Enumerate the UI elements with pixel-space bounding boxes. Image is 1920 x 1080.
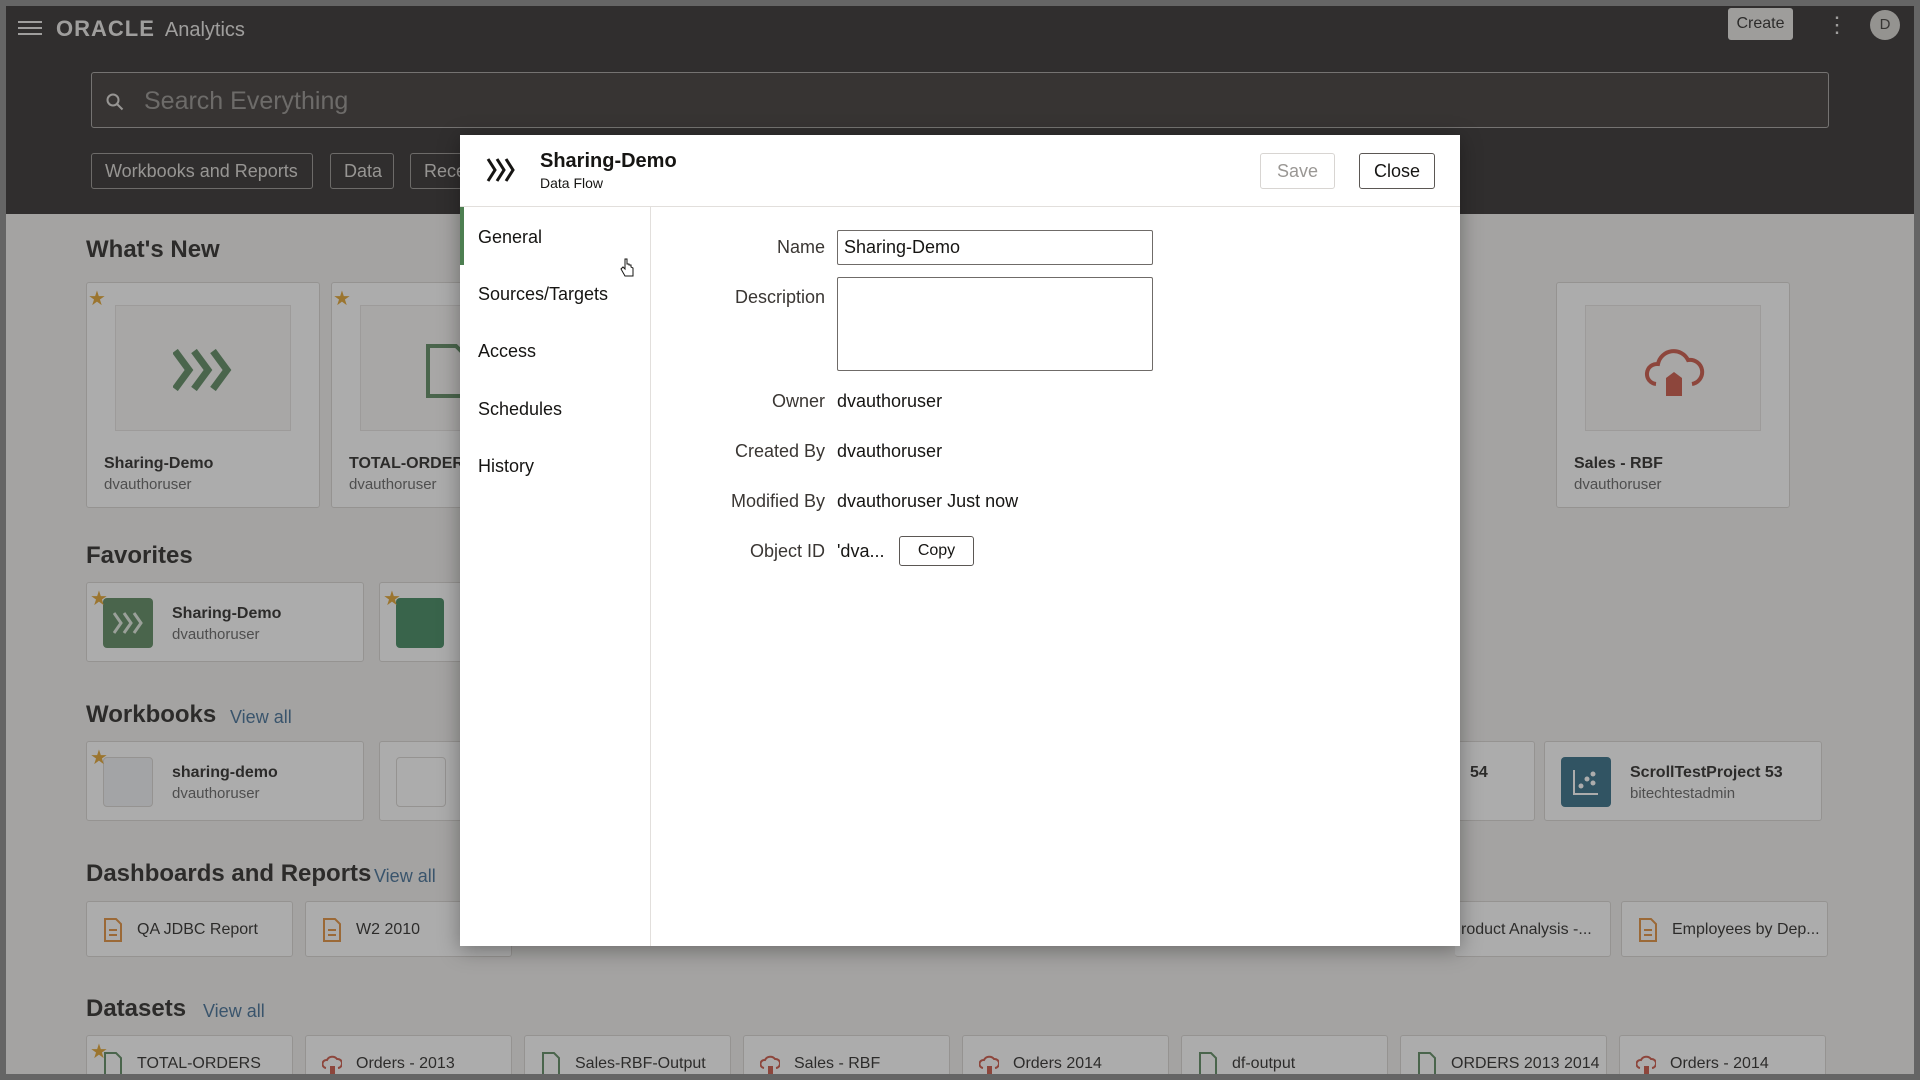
object-id-label: Object ID	[749, 541, 825, 561]
name-label: Name	[776, 237, 825, 257]
save-button[interactable]: Save	[1260, 153, 1335, 189]
object-id-value: 'dva...	[837, 541, 885, 561]
tab-schedules[interactable]: Schedules	[478, 399, 562, 420]
copy-button[interactable]: Copy	[899, 536, 974, 566]
description-label: Description	[734, 287, 825, 307]
dialog-title: Sharing-Demo	[540, 150, 677, 172]
tab-access[interactable]: Access	[478, 341, 536, 362]
tab-history[interactable]: History	[478, 456, 534, 477]
dialog-header: Sharing-Demo Data Flow Save Close	[460, 135, 1460, 207]
properties-dialog: Sharing-Demo Data Flow Save Close Genera…	[460, 135, 1460, 946]
owner-label: Owner	[771, 391, 825, 411]
tab-general[interactable]: General	[478, 227, 542, 248]
active-tab-indicator	[460, 207, 464, 265]
dialog-side-nav: General Sources/Targets Access Schedules…	[460, 207, 651, 946]
dialog-subtitle: Data Flow	[540, 175, 604, 191]
data-flow-icon	[486, 158, 515, 182]
name-field[interactable]	[837, 230, 1153, 265]
owner-value: dvauthoruser	[837, 391, 943, 411]
modified-by-label: Modified By	[730, 491, 825, 511]
created-by-value: dvauthoruser	[837, 441, 943, 461]
mouse-cursor-icon	[620, 258, 634, 277]
description-field[interactable]	[837, 277, 1153, 371]
created-by-label: Created By	[734, 441, 825, 461]
modified-by-value: dvauthoruser Just now	[837, 491, 1019, 511]
close-button[interactable]: Close	[1359, 153, 1435, 189]
tab-sources-targets[interactable]: Sources/Targets	[478, 284, 608, 305]
